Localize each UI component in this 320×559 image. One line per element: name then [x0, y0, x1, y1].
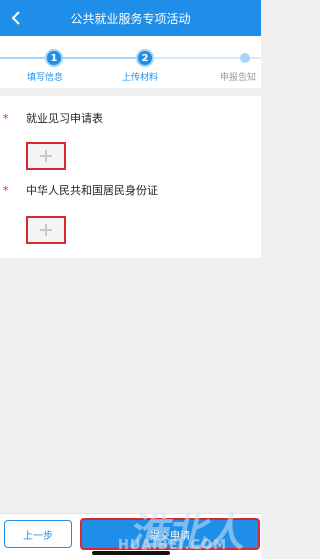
plus-icon	[40, 150, 52, 162]
progress-steps: 1 2 填写信息 上传材料 申报告知	[0, 36, 261, 88]
item-label-id-card: 中华人民共和国居民身份证	[26, 184, 158, 197]
item-label-application-form: 就业见习申请表	[26, 112, 103, 125]
required-mark: *	[3, 112, 9, 125]
upload-application-form-button[interactable]	[26, 142, 66, 170]
back-button[interactable]	[6, 8, 26, 28]
previous-step-button[interactable]: 上一步	[4, 520, 72, 548]
plus-icon	[40, 224, 52, 236]
chevron-left-icon	[11, 11, 20, 25]
step-1-label: 填写信息	[27, 73, 64, 83]
step-connector	[63, 57, 136, 59]
step-1-indicator: 1	[45, 49, 63, 67]
step-connector	[0, 57, 45, 59]
home-indicator	[92, 551, 170, 555]
step-2-label: 上传材料	[122, 73, 159, 83]
upload-form: * 就业见习申请表 * 中华人民共和国居民身份证	[0, 96, 261, 258]
submit-button[interactable]: 提交申请	[80, 518, 260, 550]
step-2-indicator: 2	[136, 49, 154, 67]
page-title: 公共就业服务专项活动	[70, 11, 191, 26]
step-3-label: 申报告知	[220, 73, 257, 83]
upload-id-card-button[interactable]	[26, 216, 66, 244]
app-header: 公共就业服务专项活动	[0, 0, 261, 36]
step-3-indicator	[240, 53, 250, 63]
required-mark: *	[3, 184, 9, 197]
